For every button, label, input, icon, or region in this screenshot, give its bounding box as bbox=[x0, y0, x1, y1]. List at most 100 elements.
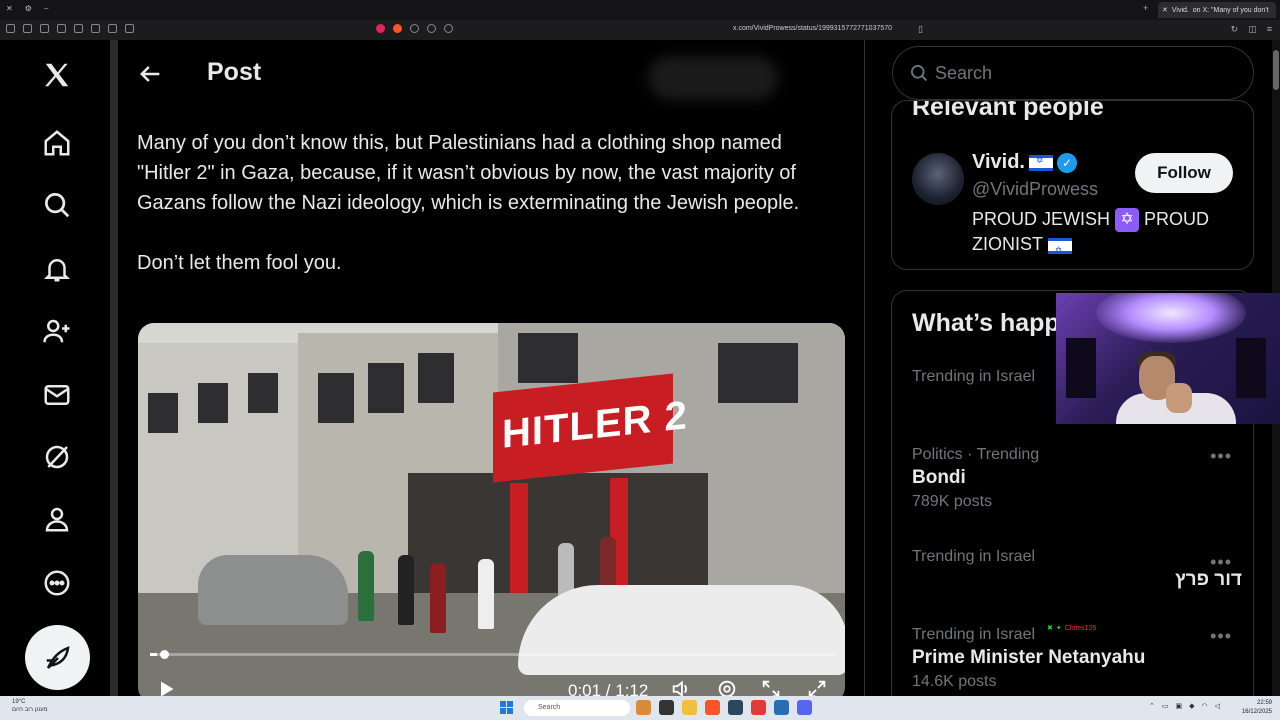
notifications-icon[interactable] bbox=[40, 252, 74, 286]
browser-toolbar-icons bbox=[6, 24, 134, 33]
more-icon[interactable] bbox=[40, 566, 74, 600]
wallet-icon[interactable] bbox=[23, 24, 32, 33]
badge-icon: ✦ bbox=[1055, 625, 1062, 632]
chat-overlay: ✖ ✦ Chites126 bbox=[1047, 624, 1097, 633]
clock[interactable]: 22:59 16/12/2025 bbox=[1242, 699, 1272, 717]
taskbar-search[interactable]: Search bbox=[524, 700, 630, 716]
chat-username: Chites126 bbox=[1064, 624, 1097, 632]
music-icon[interactable] bbox=[91, 24, 100, 33]
pip-icon[interactable] bbox=[760, 678, 782, 696]
follow-button[interactable]: Follow bbox=[1135, 153, 1233, 193]
scrollbar-thumb[interactable] bbox=[1273, 50, 1279, 90]
search-icon bbox=[911, 65, 928, 82]
tabs-icon[interactable] bbox=[108, 24, 117, 33]
bookmark-icon[interactable] bbox=[57, 24, 66, 33]
volume-tray-icon[interactable]: ◁ bbox=[1215, 702, 1220, 710]
more-options-icon[interactable]: ••• bbox=[1210, 446, 1232, 467]
home-icon[interactable] bbox=[40, 126, 74, 160]
browser-chrome: ✕ ⚙ – + ✕ Vivid. on X: "Many of you don'… bbox=[0, 0, 1280, 40]
app-icon[interactable] bbox=[659, 700, 674, 715]
video-progress-bar[interactable] bbox=[150, 650, 835, 659]
settings-gear-icon[interactable] bbox=[716, 678, 738, 696]
tray-icon[interactable]: ▣ bbox=[1175, 702, 1182, 710]
folder-icon[interactable] bbox=[682, 700, 697, 715]
user-name[interactable]: Vivid. ✓ bbox=[972, 151, 1077, 174]
app-icon[interactable] bbox=[751, 700, 766, 715]
relevant-people-card: Relevant people Vivid. ✓ @VividProwess P… bbox=[891, 100, 1254, 270]
volume-icon[interactable] bbox=[670, 678, 692, 696]
post-header: Post bbox=[118, 40, 864, 106]
bookmarks-icon[interactable]: ◫ bbox=[1248, 24, 1257, 35]
trend-item[interactable]: Trending in Israel דור פרץ ••• bbox=[912, 548, 1242, 591]
video-player[interactable]: HITLER 2 0:01 / 1:12 bbox=[138, 323, 845, 696]
close-window-icon[interactable]: ✕ bbox=[6, 4, 13, 13]
system-tray: ⌃ ▭ ▣ ◆ ◠ ◁ bbox=[1149, 702, 1220, 710]
alert-icon[interactable] bbox=[376, 24, 385, 33]
blurred-button bbox=[648, 56, 778, 100]
taskbar-apps bbox=[636, 700, 812, 715]
israel-flag-icon bbox=[1047, 237, 1072, 263]
steam-icon[interactable] bbox=[728, 700, 743, 715]
reload-icon[interactable]: ↻ bbox=[1231, 24, 1239, 35]
browser-right-icons: ↻ ◫ ≡ bbox=[1231, 24, 1272, 35]
compose-post-button[interactable] bbox=[25, 625, 90, 690]
explore-icon[interactable] bbox=[40, 188, 74, 222]
profile-icon[interactable] bbox=[40, 502, 74, 536]
tray-icon[interactable]: ◆ bbox=[1189, 702, 1194, 710]
tab-close-icon[interactable]: ✕ bbox=[1162, 6, 1168, 14]
verified-badge-icon: ✓ bbox=[1057, 152, 1077, 173]
window-controls: ✕ ⚙ – bbox=[6, 4, 48, 13]
menu-icon[interactable]: ≡ bbox=[1267, 24, 1272, 35]
url-field[interactable]: x.com/VividProwess/status/19993157727710… bbox=[733, 25, 892, 32]
wifi-icon[interactable]: ◠ bbox=[1202, 702, 1208, 710]
sidebar-icon[interactable] bbox=[6, 24, 15, 33]
israel-flag-icon bbox=[1029, 154, 1053, 171]
app-icon[interactable] bbox=[774, 700, 789, 715]
translate-icon[interactable] bbox=[444, 24, 453, 33]
share-icon[interactable] bbox=[427, 24, 436, 33]
weather-widget[interactable]: 19°C מעונן רוב היום bbox=[12, 698, 48, 714]
video-progress-fill bbox=[150, 653, 157, 656]
x-logo-icon[interactable] bbox=[40, 58, 74, 92]
follow-people-icon[interactable] bbox=[40, 314, 74, 348]
minimize-icon[interactable]: – bbox=[44, 4, 48, 13]
left-scroll-strip bbox=[110, 40, 118, 696]
feather-icon bbox=[46, 645, 69, 669]
extension-icon[interactable] bbox=[40, 24, 49, 33]
left-navigation bbox=[0, 40, 110, 696]
webcam-overlay bbox=[1056, 293, 1280, 424]
browser-title-row: ✕ ⚙ – + ✕ Vivid. on X: "Many of you don'… bbox=[0, 0, 1280, 20]
back-arrow-icon[interactable] bbox=[136, 60, 164, 88]
tab-title: Vivid. on X: "Many of you don't bbox=[1171, 6, 1269, 14]
app-icon[interactable] bbox=[636, 700, 651, 715]
grok-icon[interactable] bbox=[40, 440, 74, 474]
user-bio: PROUD JEWISH ✡ PROUD ZIONIST bbox=[972, 207, 1232, 263]
more-options-icon[interactable]: ••• bbox=[1210, 626, 1232, 647]
search-input[interactable]: Search bbox=[892, 46, 1254, 100]
tray-icon[interactable]: ▭ bbox=[1162, 702, 1169, 710]
settings-icon[interactable]: ⚙ bbox=[25, 4, 32, 13]
reading-list-icon[interactable] bbox=[74, 24, 83, 33]
new-tab-icon[interactable]: + bbox=[1143, 3, 1148, 13]
trend-item[interactable]: Politics · Trending Bondi 789K posts ••• bbox=[912, 446, 1242, 511]
bookmark-star-icon[interactable]: ▯ bbox=[918, 24, 923, 35]
tray-chevron-icon[interactable]: ⌃ bbox=[1149, 702, 1155, 710]
address-bar-row: x.com/VividProwess/status/19993157727710… bbox=[0, 20, 1280, 40]
video-scrub-handle[interactable] bbox=[160, 650, 169, 659]
brave-shield-icon[interactable] bbox=[393, 24, 402, 33]
discord-icon[interactable] bbox=[797, 700, 812, 715]
play-icon[interactable] bbox=[156, 679, 176, 696]
avatar[interactable] bbox=[912, 153, 964, 205]
tweet-text: Many of you don’t know this, but Palesti… bbox=[137, 128, 837, 278]
windows-start-icon[interactable] bbox=[500, 701, 513, 714]
video-time: 0:01 / 1:12 bbox=[568, 681, 649, 696]
star-of-david-icon: ✡ bbox=[1115, 208, 1140, 233]
messages-icon[interactable] bbox=[40, 378, 74, 412]
trend-item[interactable]: Trending in Israel Prime Minister Netany… bbox=[912, 626, 1242, 691]
extensions-icon[interactable] bbox=[125, 24, 134, 33]
reader-icon[interactable] bbox=[410, 24, 419, 33]
brave-icon[interactable] bbox=[705, 700, 720, 715]
fullscreen-icon[interactable] bbox=[806, 678, 828, 696]
browser-tab[interactable]: ✕ Vivid. on X: "Many of you don't bbox=[1158, 2, 1276, 18]
more-options-icon[interactable]: ••• bbox=[1210, 552, 1232, 573]
